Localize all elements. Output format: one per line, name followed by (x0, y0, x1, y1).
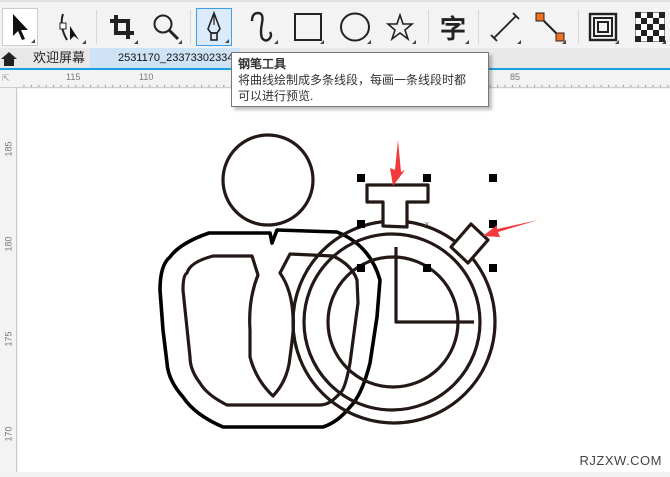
tab-welcome-screen[interactable]: 欢迎屏幕 (20, 48, 90, 68)
person-body-inner (181, 252, 360, 407)
ellipse-tool-button[interactable] (337, 8, 373, 46)
person-head (221, 133, 315, 227)
tooltip-title: 钢笔工具 (238, 57, 287, 71)
crop-icon (110, 15, 134, 39)
ellipse-icon (340, 12, 370, 42)
contour-icon (588, 12, 618, 42)
text-tool-button[interactable]: 字 (435, 8, 471, 46)
connector-tool-button[interactable] (532, 8, 568, 46)
svg-text:×: × (424, 219, 429, 229)
zoom-tool-button[interactable] (148, 8, 184, 46)
magnifier-icon (153, 14, 180, 41)
watermark: RJZXW.COM (579, 453, 662, 468)
rectangle-icon (294, 13, 322, 41)
tab-document[interactable]: 2531170_23373302334 (90, 48, 240, 68)
polygon-tool-button[interactable] (382, 8, 418, 46)
dimension-line-icon (490, 12, 520, 42)
tooltip-text-line1: 将曲线绘制成多条线段，每画一条线段时都 (238, 73, 467, 87)
ruler-label: 175 (3, 331, 14, 347)
ruler-label: 170 (3, 426, 14, 442)
vertical-ruler[interactable]: 185 180 175 170 (0, 88, 17, 472)
checkerboard-icon (635, 12, 665, 42)
ruler-origin-icon[interactable]: ⇱ (2, 73, 10, 84)
pen-tool-button[interactable] (196, 8, 232, 46)
ruler-label: 185 (3, 141, 14, 157)
pen-nib-icon (207, 11, 221, 41)
freehand-tool-button[interactable] (244, 8, 280, 46)
toolbox: 字 (0, 0, 670, 48)
transparency-tool-button[interactable] (632, 8, 668, 46)
artwork: × (158, 133, 538, 429)
contour-tool-button[interactable] (585, 8, 621, 46)
home-icon[interactable] (0, 51, 18, 67)
red-arrow-icon (390, 140, 405, 186)
pen-tool-tooltip: 钢笔工具 将曲线绘制成多条线段，每画一条线段时都 可以进行预览. (231, 52, 489, 107)
stopwatch-side-button (449, 222, 490, 265)
rectangle-tool-button[interactable] (290, 8, 326, 46)
ruler-label: 110 (139, 72, 154, 82)
crop-tool-button[interactable] (104, 8, 140, 46)
ruler-label: 115 (66, 72, 81, 82)
drawing-canvas[interactable]: × (18, 89, 670, 472)
stopwatch-top-button (365, 183, 430, 229)
ruler-label: 85 (510, 72, 521, 82)
pick-tool-button[interactable] (2, 8, 38, 46)
connector-icon (535, 12, 565, 42)
star-icon (386, 13, 414, 41)
shape-node-icon (59, 13, 79, 41)
arrow-pointer-icon (13, 14, 28, 40)
ruler-label: 180 (3, 236, 14, 252)
shape-tool-button[interactable] (52, 8, 88, 46)
text-icon: 字 (439, 13, 466, 44)
dimension-tool-button[interactable] (487, 8, 523, 46)
curve-icon (250, 11, 273, 42)
tooltip-text-line2: 可以进行预览. (238, 89, 314, 103)
